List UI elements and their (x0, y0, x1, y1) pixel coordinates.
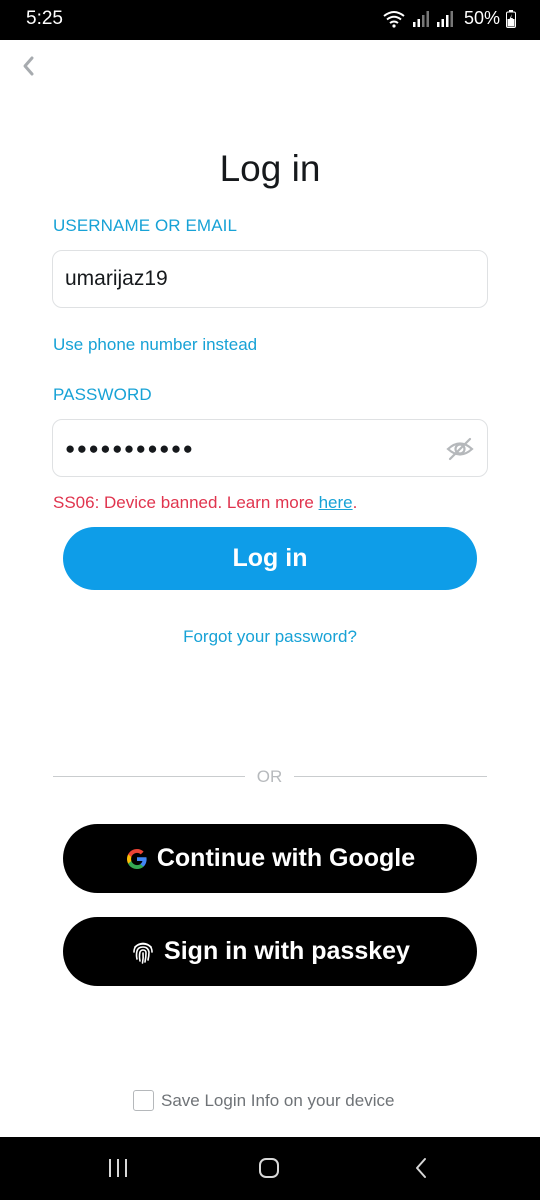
show-password-button[interactable] (445, 434, 475, 464)
status-icons: 50% (382, 8, 516, 29)
status-bar: 5:25 50% (0, 0, 540, 40)
username-label: USERNAME OR EMAIL (53, 216, 238, 235)
error-suffix: . (352, 493, 358, 512)
recents-icon (109, 1159, 127, 1177)
login-button[interactable]: Log in (63, 527, 477, 590)
back-arrow-icon (416, 1158, 426, 1178)
username-value: umarijaz19 (65, 267, 168, 290)
system-nav-bar (0, 1137, 540, 1200)
battery-percent: 50% (463, 8, 500, 28)
username-field[interactable]: umarijaz19 (52, 250, 488, 308)
signal-icon (436, 10, 453, 27)
status-time: 5:25 (26, 8, 63, 29)
passkey-button-label: Sign in with passkey (164, 937, 410, 965)
nav-back-button[interactable] (401, 1153, 441, 1183)
divider-right (294, 776, 487, 777)
forgot-password-link[interactable]: Forgot your password? (0, 627, 540, 647)
password-field[interactable]: ●●●●●●●●●●● (52, 419, 488, 477)
wifi-icon (383, 10, 405, 28)
battery-charging-icon (506, 9, 516, 28)
sign-in-with-passkey-button[interactable]: Sign in with passkey (63, 917, 477, 986)
divider-left (53, 776, 245, 777)
save-login-checkbox[interactable] (133, 1090, 154, 1111)
password-value: ●●●●●●●●●●● (65, 438, 195, 458)
back-button[interactable] (14, 52, 42, 80)
home-button[interactable] (249, 1153, 289, 1183)
save-login-label: Save Login Info on your device (161, 1090, 395, 1110)
error-text: SS06: Device banned. Learn more (53, 493, 319, 512)
eye-off-icon (446, 437, 474, 461)
save-login-info-row[interactable]: Save Login Info on your device (133, 1090, 394, 1111)
recents-button[interactable] (98, 1153, 138, 1183)
signal-icon (412, 10, 429, 27)
chevron-left-icon (23, 56, 34, 76)
google-button-label: Continue with Google (156, 844, 416, 872)
fingerprint-icon (133, 942, 153, 964)
page-title: Log in (219, 148, 321, 189)
use-phone-link[interactable]: Use phone number instead (53, 335, 257, 355)
continue-with-google-button[interactable]: Continue with Google (63, 824, 477, 893)
home-icon (259, 1158, 279, 1178)
error-message: SS06: Device banned. Learn more here. (53, 493, 357, 513)
or-divider-text: OR (256, 767, 283, 786)
learn-more-link[interactable]: here (319, 493, 353, 512)
google-logo-icon (126, 848, 147, 869)
password-label: PASSWORD (53, 385, 152, 404)
